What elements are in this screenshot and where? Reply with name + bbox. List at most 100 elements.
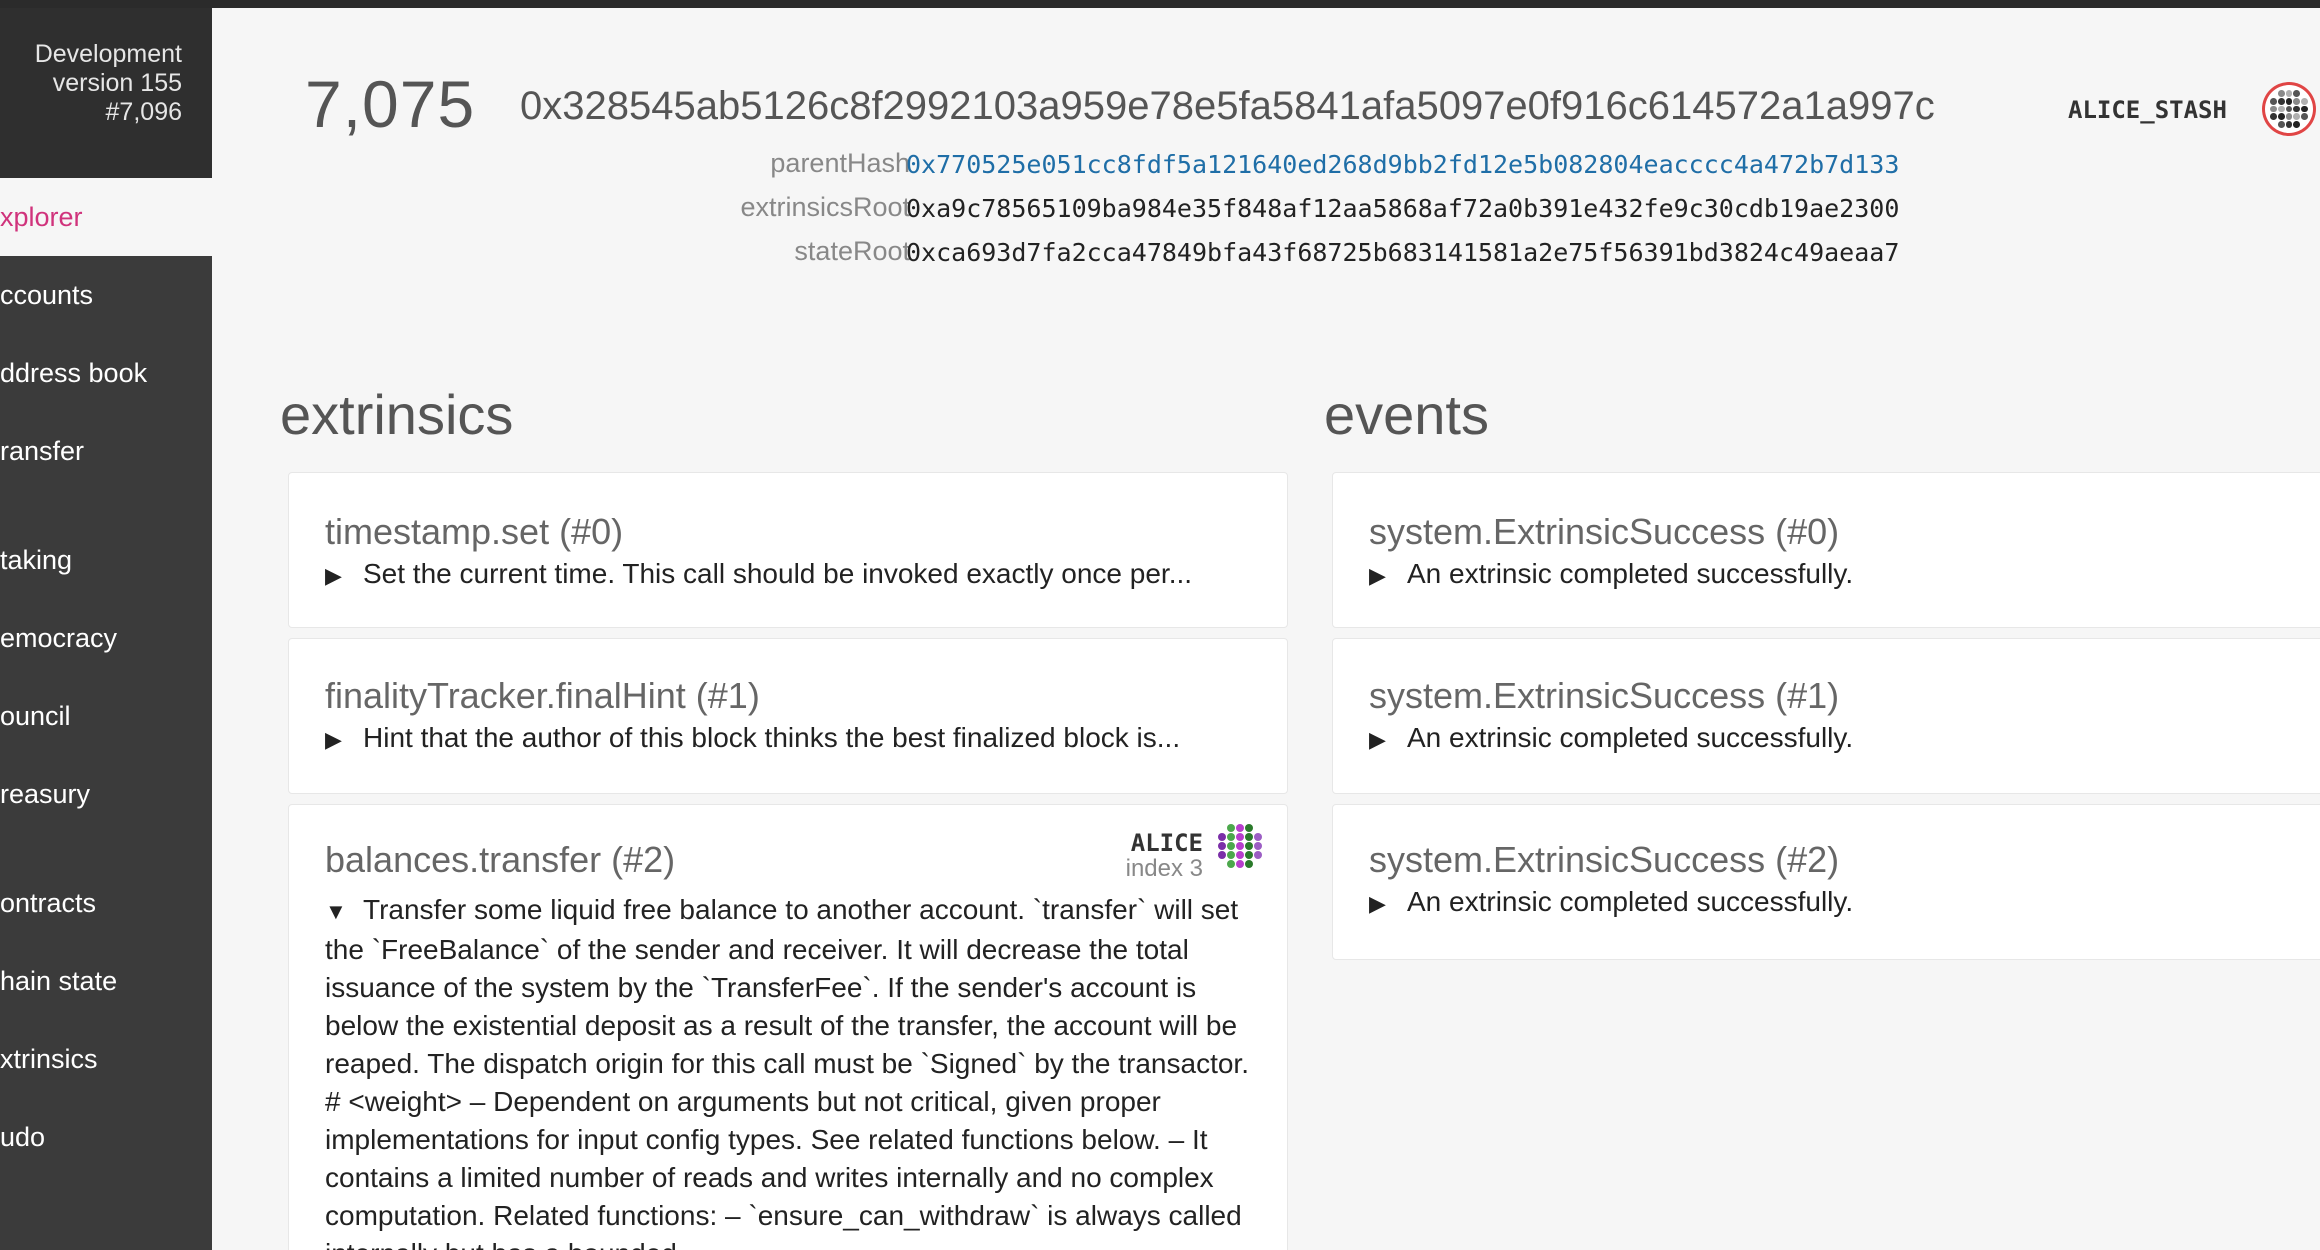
event-desc-text: An extrinsic completed successfully. bbox=[1407, 722, 1854, 753]
state-root-value: 0xca693d7fa2cca47849bfa43f68725b68314158… bbox=[906, 238, 1900, 267]
sidebar-item-label: hain state bbox=[0, 966, 118, 996]
event-title: system.ExtrinsicSuccess (#2) bbox=[1369, 839, 1840, 880]
identicon-dot bbox=[1245, 824, 1253, 832]
sidebar-item-label: ouncil bbox=[0, 701, 71, 731]
event-description[interactable]: ▶ An extrinsic completed successfully. bbox=[1369, 719, 2291, 759]
block-number: 7,075 bbox=[305, 67, 476, 141]
sidebar-item-label: ontracts bbox=[0, 888, 97, 918]
event-title: system.ExtrinsicSuccess (#0) bbox=[1369, 511, 1840, 552]
extrinsics-root-label: extrinsicsRoot bbox=[740, 192, 910, 222]
identicon-dot bbox=[1254, 860, 1262, 868]
sidebar-item-sudo[interactable]: udo bbox=[0, 1098, 212, 1176]
extrinsic-title: finalityTracker.finalHint (#1) bbox=[325, 675, 760, 716]
expand-triangle-icon[interactable]: ▶ bbox=[325, 721, 363, 759]
sidebar-item-label: taking bbox=[0, 545, 73, 575]
sidebar-divider bbox=[0, 833, 212, 864]
expand-triangle-icon[interactable]: ▶ bbox=[1369, 557, 1407, 595]
event-desc-text: An extrinsic completed successfully. bbox=[1407, 558, 1854, 589]
identicon-dot bbox=[1227, 860, 1235, 868]
extrinsic-description-expanded[interactable]: ▼ Transfer some liquid free balance to an… bbox=[325, 891, 1265, 1250]
identicon-dot bbox=[2270, 121, 2277, 128]
extrinsic-card[interactable]: finalityTracker.finalHint (#1) ▶ Hint tha… bbox=[288, 638, 1288, 794]
identicon-dot bbox=[2277, 121, 2285, 128]
identicon-dot bbox=[2285, 90, 2293, 97]
identicon-dot bbox=[2270, 113, 2277, 121]
sidebar-item-contracts[interactable]: ontracts bbox=[0, 864, 212, 942]
extrinsic-card[interactable]: balances.transfer (#2) ALICE index 3 ▼ Tr… bbox=[288, 804, 1288, 1250]
state-root-row: stateRoot 0xca693d7fa2cca47849bfa43f6872… bbox=[300, 236, 2100, 280]
chain-name: Development bbox=[34, 40, 182, 68]
event-desc-text: An extrinsic completed successfully. bbox=[1407, 886, 1854, 917]
identicon-dot bbox=[1245, 851, 1253, 859]
sidebar-item-accounts[interactable]: ccounts bbox=[0, 256, 212, 334]
sidebar-item-chain-state[interactable]: hain state bbox=[0, 942, 212, 1020]
expand-triangle-icon[interactable]: ▶ bbox=[1369, 885, 1407, 923]
identicon-dot bbox=[2301, 90, 2308, 97]
identicon-dot bbox=[2270, 90, 2277, 97]
extrinsic-description[interactable]: ▶ Hint that the author of this block thin… bbox=[325, 719, 1247, 759]
signer-index: index 3 bbox=[1125, 855, 1203, 882]
best-block: #7,096 bbox=[105, 98, 182, 126]
sidebar-divider bbox=[0, 490, 212, 521]
extrinsic-title: balances.transfer (#2) bbox=[325, 839, 676, 880]
sidebar-item-label: ddress book bbox=[0, 358, 148, 388]
event-card[interactable]: system.ExtrinsicSuccess (#1) ▶ An extrins… bbox=[1332, 638, 2320, 794]
identicon-dot bbox=[1227, 833, 1235, 841]
event-card[interactable]: system.ExtrinsicSuccess (#0) ▶ An extrins… bbox=[1332, 472, 2320, 628]
identicon-dot bbox=[1236, 842, 1244, 850]
identicon-dot bbox=[1227, 851, 1235, 859]
identicon-dot bbox=[2293, 121, 2301, 128]
identicon-dot bbox=[1254, 842, 1262, 850]
identicon-dot bbox=[1218, 851, 1226, 859]
collapse-triangle-icon[interactable]: ▼ bbox=[325, 893, 363, 931]
identicon-dot bbox=[2277, 90, 2285, 97]
sidebar-item-label: ransfer bbox=[0, 436, 85, 466]
sidebar-item-democracy[interactable]: emocracy bbox=[0, 599, 212, 677]
identicon-dot bbox=[1218, 833, 1226, 841]
sidebar-item-address-book[interactable]: ddress book bbox=[0, 334, 212, 412]
expand-triangle-icon[interactable]: ▶ bbox=[1369, 721, 1407, 759]
sidebar-item-label: xtrinsics bbox=[0, 1044, 98, 1074]
identicon-dot bbox=[2293, 113, 2301, 121]
sidebar-item-staking[interactable]: taking bbox=[0, 521, 212, 599]
block-author[interactable]: ALICE_STASH bbox=[2068, 96, 2227, 124]
sidebar-item-label: xplorer bbox=[0, 202, 83, 232]
extrinsic-description[interactable]: ▶ Set the current time. This call should … bbox=[325, 555, 1247, 595]
event-description[interactable]: ▶ An extrinsic completed successfully. bbox=[1369, 555, 2291, 595]
signer-name: ALICE bbox=[1130, 829, 1203, 857]
events-heading: events bbox=[1324, 383, 1489, 446]
sidebar-item-treasury[interactable]: reasury bbox=[0, 755, 212, 833]
extrinsic-card[interactable]: timestamp.set (#0) ▶ Set the current time… bbox=[288, 472, 1288, 628]
parent-hash-label: parentHash bbox=[770, 148, 910, 178]
extrinsic-desc-text: Set the current time. This call should b… bbox=[363, 558, 1193, 589]
identicon-dot bbox=[1218, 824, 1226, 832]
identicon-dot bbox=[2293, 105, 2301, 113]
sidebar-item-label: reasury bbox=[0, 779, 91, 809]
parent-hash-link[interactable]: 0x770525e051cc8fdf5a121640ed268d9bb2fd12… bbox=[906, 150, 1899, 179]
event-description[interactable]: ▶ An extrinsic completed successfully. bbox=[1369, 883, 2291, 923]
identicon-dot bbox=[1236, 860, 1244, 868]
sidebar-item-explorer[interactable]: xplorer bbox=[0, 178, 212, 256]
identicon-dot bbox=[1254, 824, 1262, 832]
sidebar-item-council[interactable]: ouncil bbox=[0, 677, 212, 755]
sidebar-item-label: emocracy bbox=[0, 623, 118, 653]
identicon-dot bbox=[1254, 833, 1262, 841]
expand-triangle-icon[interactable]: ▶ bbox=[325, 557, 363, 595]
sidebar-item-transfer[interactable]: ransfer bbox=[0, 412, 212, 490]
author-identicon-icon[interactable] bbox=[2262, 82, 2316, 136]
extrinsics-root-value: 0xa9c78565109ba984e35f848af12aa5868af72a… bbox=[906, 194, 1900, 223]
extrinsics-root-row: extrinsicsRoot 0xa9c78565109ba984e35f848… bbox=[300, 192, 2100, 236]
identicon-dot bbox=[1245, 860, 1253, 868]
sidebar-item-extrinsics[interactable]: xtrinsics bbox=[0, 1020, 212, 1098]
event-card[interactable]: system.ExtrinsicSuccess (#2) ▶ An extrins… bbox=[1332, 804, 2320, 960]
identicon-icon[interactable] bbox=[1215, 821, 1265, 871]
identicon-dot bbox=[2270, 97, 2277, 105]
identicon-dot bbox=[2285, 97, 2293, 105]
extrinsic-desc-text: Transfer some liquid free balance to ano… bbox=[325, 894, 1249, 1250]
signer-info[interactable]: ALICE index 3 bbox=[1126, 829, 1203, 883]
identicon-icon bbox=[2268, 88, 2310, 130]
sidebar-item-label: ccounts bbox=[0, 280, 94, 310]
identicon-dot bbox=[2301, 97, 2308, 105]
runtime-version: version 155 bbox=[52, 69, 182, 97]
identicon-dot bbox=[1218, 860, 1226, 868]
